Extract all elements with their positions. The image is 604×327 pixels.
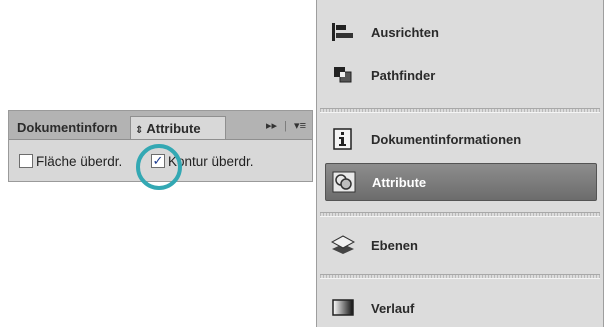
highlight-circle bbox=[136, 144, 182, 190]
panel-item-ausrichten-label: Ausrichten bbox=[371, 24, 439, 40]
panel-item-dokumentinformationen-label: Dokumentinformationen bbox=[371, 131, 522, 147]
overprint-fill-label: Fläche überdr. bbox=[36, 153, 123, 169]
panel-controls: ▸▸ | ▾≡ bbox=[266, 116, 306, 136]
panel-menu-icon[interactable]: ▾≡ bbox=[294, 120, 306, 132]
panel-item-attribute-label: Attribute bbox=[372, 174, 427, 190]
panel-item-verlauf[interactable]: Verlauf bbox=[325, 290, 597, 326]
collapse-panel-icon[interactable]: ▸▸ bbox=[266, 120, 277, 132]
panel-item-pathfinder[interactable]: Pathfinder bbox=[325, 57, 597, 93]
tab-attribute-label: Attribute bbox=[146, 121, 201, 136]
panel-item-verlauf-label: Verlauf bbox=[371, 300, 415, 316]
overprint-fill-checkbox[interactable]: Fläche überdr. bbox=[19, 151, 122, 171]
panel-item-ebenen[interactable]: Ebenen bbox=[325, 227, 597, 263]
separator: | bbox=[284, 120, 287, 132]
panel-group-divider bbox=[320, 212, 600, 217]
panel-item-attribute[interactable]: Attribute bbox=[325, 163, 597, 201]
panel-tab-bar: Dokumentinforn ⇕ Attribute ▸▸ | ▾≡ bbox=[9, 111, 312, 140]
info-icon bbox=[331, 128, 355, 150]
panel-item-ebenen-label: Ebenen bbox=[371, 237, 418, 253]
panel-item-ausrichten[interactable]: Ausrichten bbox=[325, 14, 597, 50]
tab-attribute[interactable]: ⇕ Attribute bbox=[130, 116, 226, 139]
panel-item-pathfinder-label: Pathfinder bbox=[371, 67, 436, 83]
stage: Dokumentinforn ⇕ Attribute ▸▸ | ▾≡ Fläche… bbox=[0, 0, 604, 327]
gradient-icon bbox=[331, 297, 355, 319]
pathfinder-icon bbox=[331, 64, 355, 86]
sort-arrows-icon: ⇕ bbox=[135, 125, 144, 136]
tab-dokumentinformationen-label: Dokumentinforn bbox=[17, 120, 118, 135]
panel-group-divider bbox=[320, 108, 600, 113]
panel-group-divider bbox=[320, 274, 600, 279]
overprint-fill-box[interactable] bbox=[19, 154, 33, 168]
tab-dokumentinformationen[interactable]: Dokumentinforn bbox=[9, 116, 129, 139]
attribute-icon bbox=[332, 171, 356, 193]
panel-list: Ausrichten Pathfinder Dokumentinformatio… bbox=[316, 0, 604, 327]
align-icon bbox=[331, 21, 355, 43]
panel-item-dokumentinformationen[interactable]: Dokumentinformationen bbox=[325, 121, 597, 157]
layers-icon bbox=[330, 234, 356, 256]
